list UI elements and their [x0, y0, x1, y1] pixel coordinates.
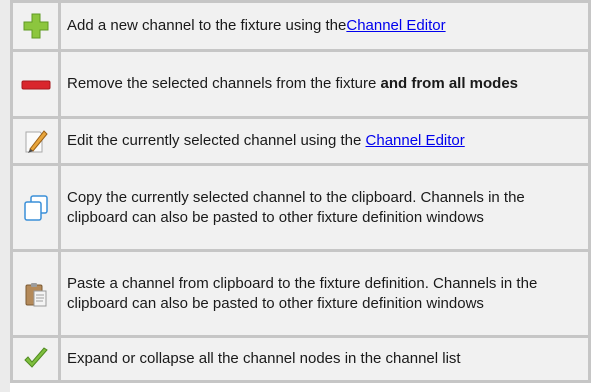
expand-collapse-icon: [23, 347, 48, 368]
description-text: Edit the currently selected channel usin…: [67, 132, 366, 149]
channel-editor-link[interactable]: Channel Editor: [366, 132, 465, 149]
table-row: Edit the currently selected channel usin…: [10, 116, 591, 166]
row-description: Edit the currently selected channel usin…: [58, 116, 591, 166]
description-bold-text: and from all modes: [380, 75, 519, 92]
channel-toolbar-help-table: Add a new channel to the fixture using t…: [10, 0, 591, 383]
copy-channel-icon: [23, 194, 48, 221]
table-row: Paste a channel from clipboard to the fi…: [10, 249, 591, 338]
description-text: Expand or collapse all the channel nodes…: [67, 350, 461, 367]
icon-cell: [10, 163, 61, 252]
table-row: Copy the currently selected channel to t…: [10, 163, 591, 252]
table-row: Add a new channel to the fixture using t…: [10, 0, 591, 52]
table-row: Remove the selected channels from the fi…: [10, 49, 591, 119]
paste-channel-icon: [25, 282, 46, 306]
icon-cell: [10, 335, 61, 383]
row-description: Copy the currently selected channel to t…: [58, 163, 591, 252]
table-row: Expand or collapse all the channel nodes…: [10, 335, 591, 383]
icon-cell: [10, 0, 61, 52]
row-description: Paste a channel from clipboard to the fi…: [58, 249, 591, 338]
description-text: Add a new channel to the fixture using t…: [67, 17, 347, 34]
channel-editor-link[interactable]: Channel Editor: [346, 17, 445, 34]
edit-channel-icon: [25, 130, 48, 153]
description-text: Copy the currently selected channel to t…: [67, 188, 525, 226]
row-description: Remove the selected channels from the fi…: [58, 49, 591, 119]
remove-channel-icon: [21, 80, 50, 90]
row-description: Expand or collapse all the channel nodes…: [58, 335, 591, 383]
icon-cell: [10, 49, 61, 119]
icon-cell: [10, 249, 61, 338]
description-text: Paste a channel from clipboard to the fi…: [67, 274, 538, 312]
description-text: Remove the selected channels from the fi…: [67, 75, 381, 92]
add-channel-icon: [23, 13, 48, 39]
row-description: Add a new channel to the fixture using t…: [58, 0, 591, 52]
left-margin-bar: [0, 0, 10, 392]
icon-cell: [10, 116, 61, 166]
